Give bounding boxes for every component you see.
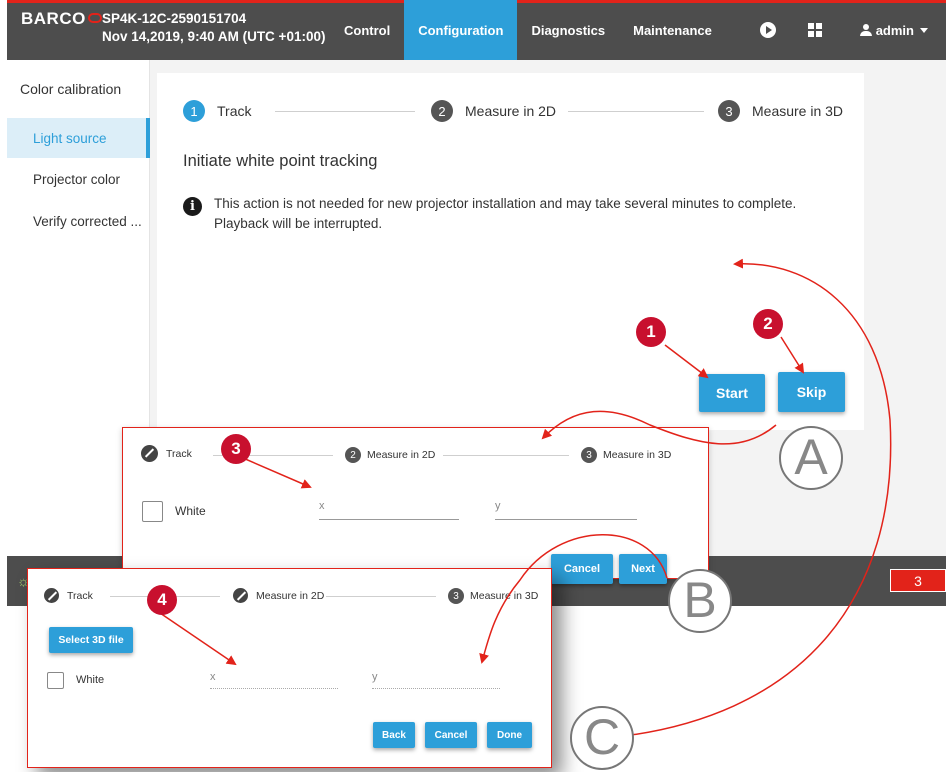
arrow-b [479,534,668,664]
arrow-3 [242,457,312,489]
arrow-4 [159,612,237,666]
callout-2: 2 [753,309,783,339]
arrow-1 [664,344,709,379]
callout-a: A [779,426,843,490]
annotation-arrows [159,258,892,739]
callout-4: 4 [147,585,177,615]
callout-3: 3 [221,434,251,464]
arrow-a [541,410,777,445]
callout-1: 1 [636,317,666,347]
callout-c: C [570,706,634,770]
callout-b: B [668,569,732,633]
arrow-2 [780,336,805,374]
